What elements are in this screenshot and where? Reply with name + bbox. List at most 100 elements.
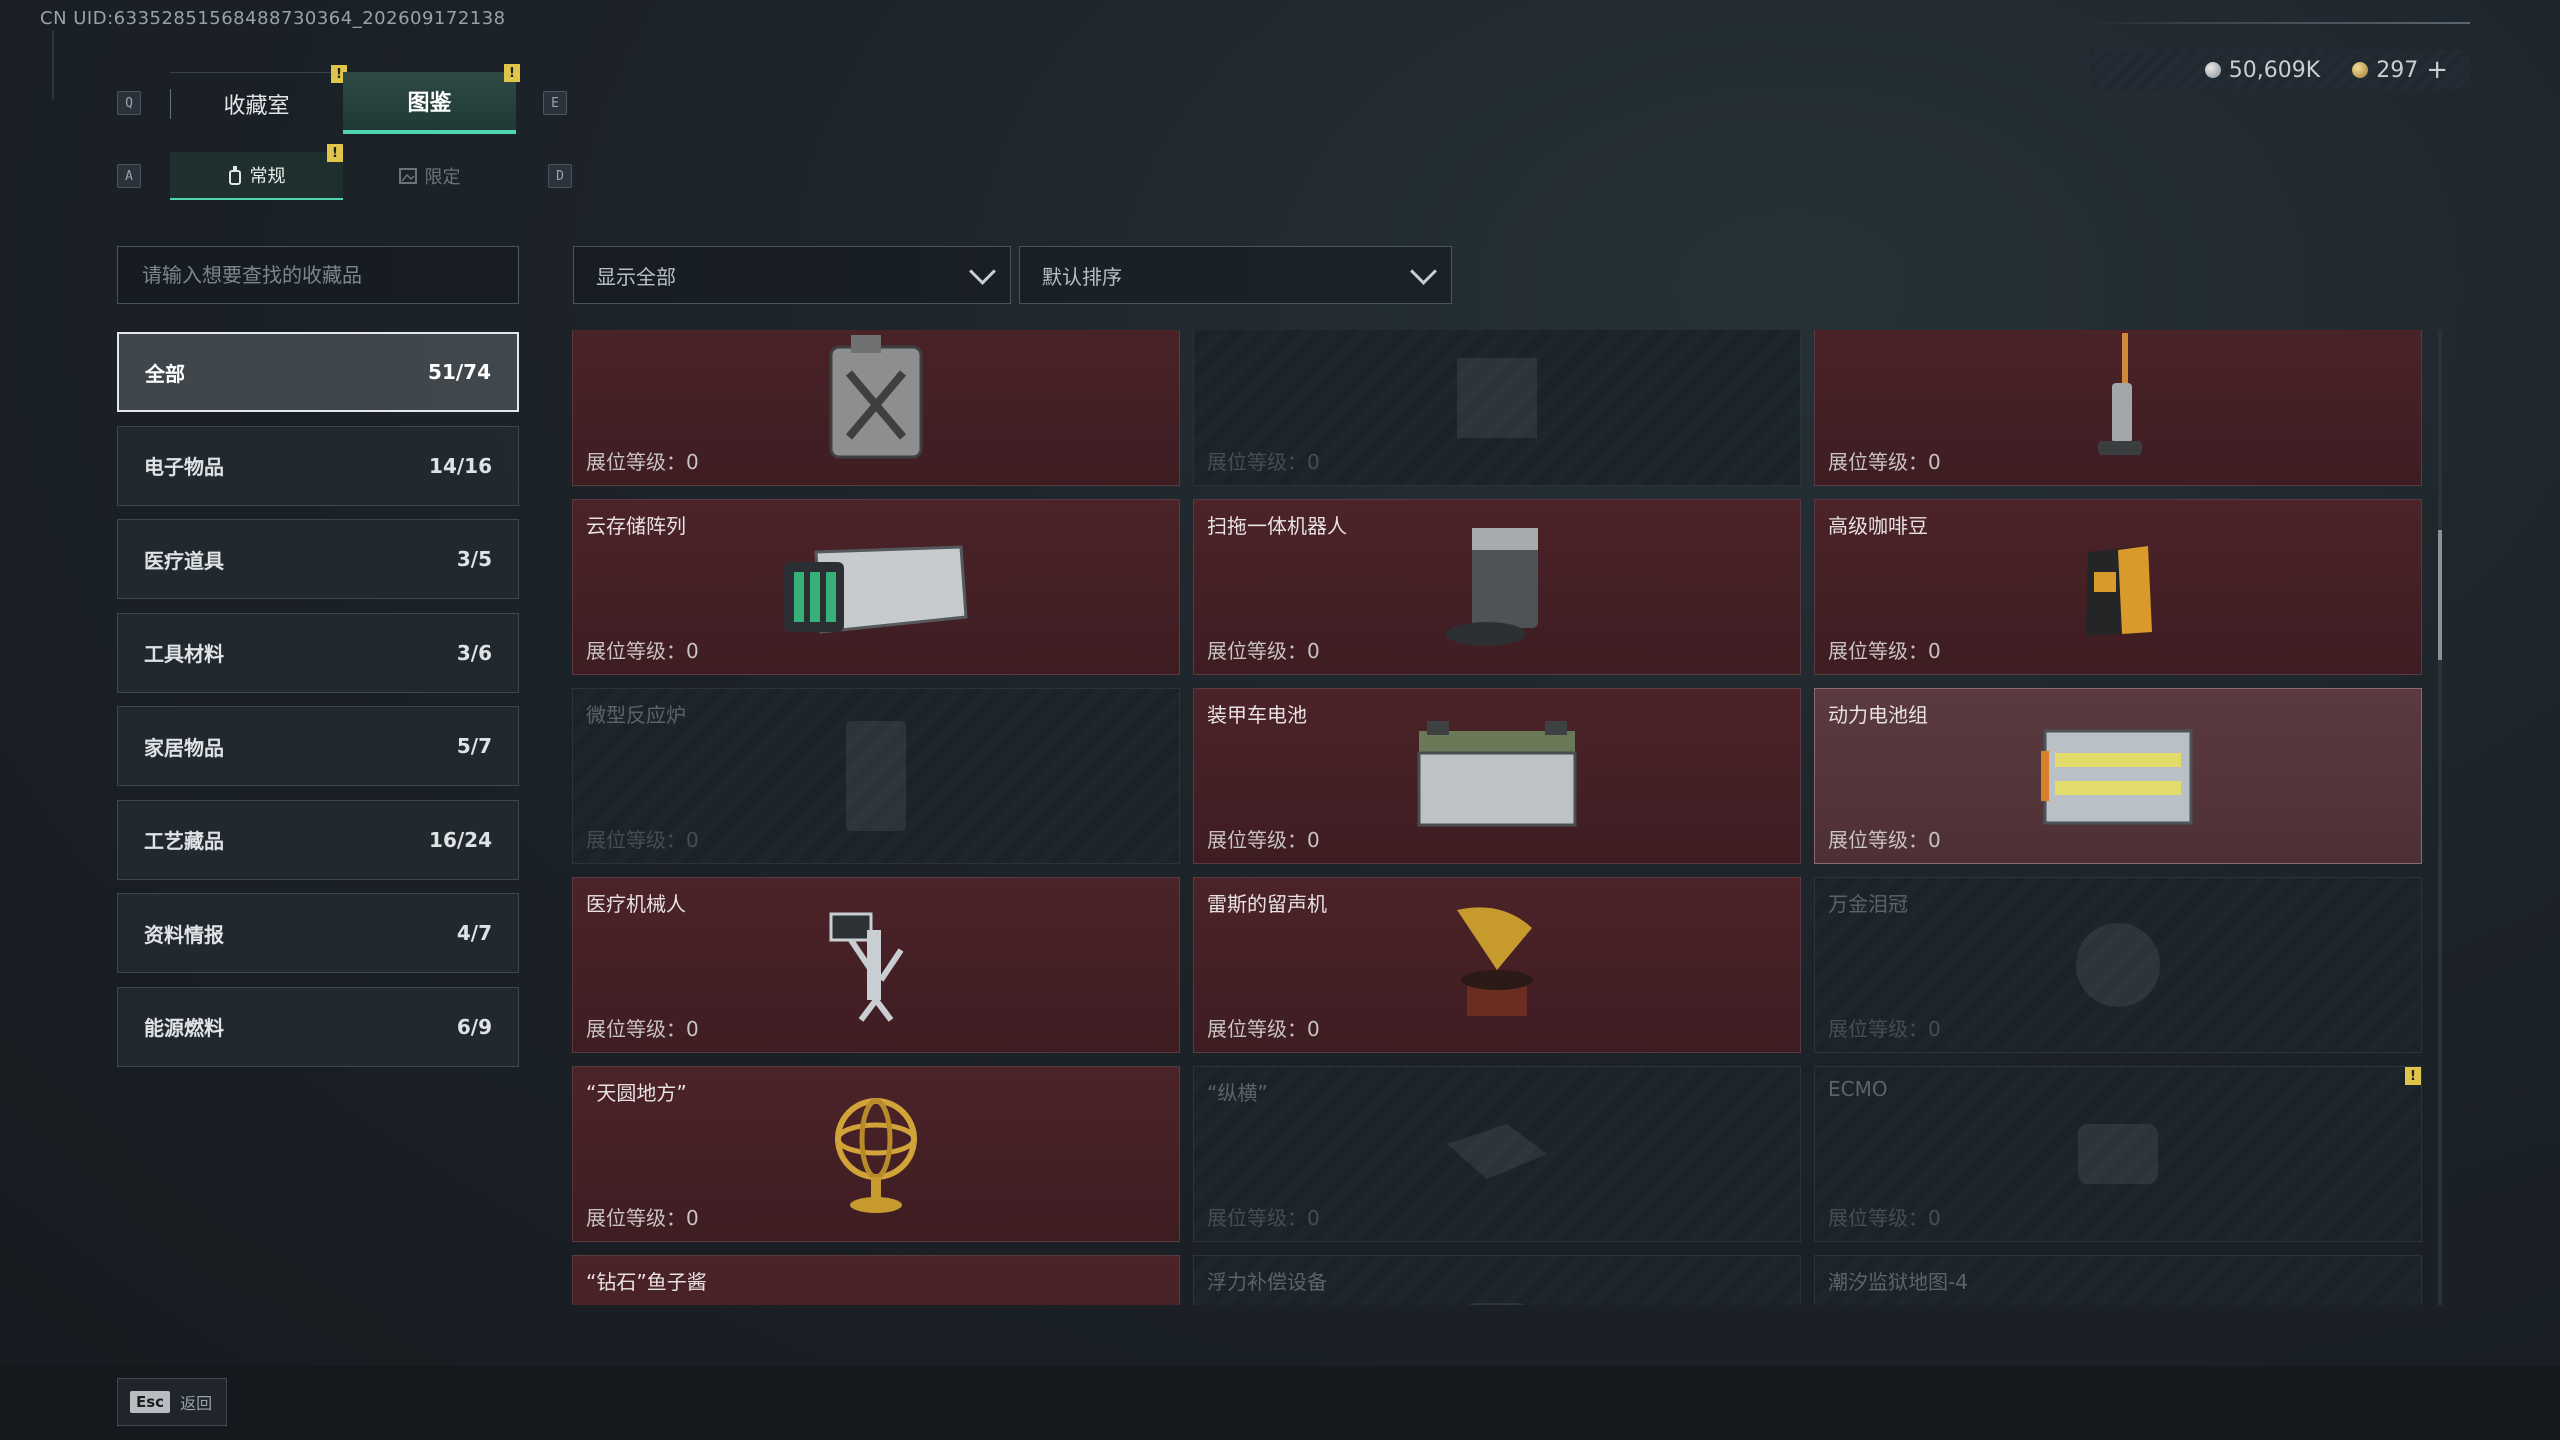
- subtab-regular[interactable]: 常规 !: [170, 144, 343, 200]
- category-count: 4/7: [456, 921, 492, 945]
- player-uid: CN UID:633528515684887303​64_20260917213…: [40, 8, 506, 29]
- collection-card[interactable]: 高级咖啡豆 展位等级：0: [1814, 499, 2422, 675]
- collection-card[interactable]: 微型反应炉 展位等级：0: [572, 688, 1180, 864]
- next-tab-key[interactable]: E: [543, 91, 567, 115]
- medical-robot-icon: [829, 912, 904, 1022]
- server-array-icon: [784, 545, 968, 634]
- gold-amount: 297: [2376, 57, 2419, 83]
- grid-scrollbar[interactable]: [2438, 330, 2442, 1305]
- currency-bar: 50,609K 297 +: [2090, 50, 2470, 90]
- board-icon: [1447, 1124, 1547, 1179]
- silver-coin-icon: [2204, 62, 2221, 78]
- main-tabs: 收藏室 ! 图鉴 !: [170, 64, 520, 134]
- booth-level: 展位等级：0: [586, 1017, 699, 1041]
- filter-dropdown[interactable]: 显示全部: [573, 246, 1011, 304]
- collection-card[interactable]: 雷斯的留声机 展位等级：0: [1193, 877, 1801, 1053]
- chevron-down-icon: [969, 257, 996, 285]
- booth-level: 展位等级：0: [586, 1206, 699, 1230]
- prev-subtab-key[interactable]: A: [117, 164, 141, 188]
- category-tools[interactable]: 工具材料 3/6: [117, 612, 519, 693]
- car-battery-icon: [1417, 721, 1577, 827]
- collection-card[interactable]: 浮力补偿设备 展位等级：0: [1193, 1255, 1801, 1305]
- scrollbar-thumb[interactable]: [2438, 530, 2442, 660]
- category-electronics[interactable]: 电子物品 14/16: [117, 425, 519, 506]
- collection-card[interactable]: 潮汐监狱地图-4 展位等级：0: [1814, 1255, 2422, 1305]
- robot-vacuum-icon: [1446, 528, 1538, 646]
- category-crafts[interactable]: 工艺藏品 16/24: [117, 799, 519, 880]
- item-name: 万金泪冠: [1828, 892, 1908, 916]
- back-button[interactable]: Esc 返回: [117, 1378, 227, 1426]
- category-label: 医疗道具: [144, 548, 224, 573]
- category-count: 3/5: [456, 547, 492, 571]
- machine-icon: [1457, 358, 1537, 438]
- add-currency-button[interactable]: +: [2426, 57, 2448, 83]
- category-count: 3/6: [456, 640, 492, 665]
- collection-card[interactable]: 展位等级：0: [1814, 330, 2422, 486]
- category-energy[interactable]: 能源燃料 6/9: [117, 986, 519, 1067]
- collection-card[interactable]: “纵横” 展位等级：0: [1193, 1066, 1801, 1242]
- category-intel[interactable]: 资料情报 4/7: [117, 893, 519, 973]
- category-count: 5/7: [456, 734, 492, 758]
- booth-level: 展位等级：0: [1828, 828, 1941, 852]
- category-label: 全部: [145, 361, 185, 386]
- search-box[interactable]: [117, 246, 519, 304]
- sort-value: 默认排序: [1042, 264, 1122, 289]
- item-name: 高级咖啡豆: [1828, 514, 1928, 538]
- category-medical[interactable]: 医疗道具 3/5: [117, 519, 519, 599]
- booth-level: 展位等级：0: [1828, 1206, 1941, 1230]
- collection-card[interactable]: “钻石”鱼子酱 展位等级：0: [572, 1255, 1180, 1305]
- alert-badge: !: [2405, 1067, 2421, 1085]
- category-count: 14/16: [429, 453, 492, 478]
- collection-card[interactable]: 展位等级：0: [1193, 330, 1801, 486]
- item-name: 雷斯的留声机: [1207, 892, 1327, 916]
- category-label: 资料情报: [144, 922, 224, 947]
- collection-card[interactable]: “天圆地方” 展位等级：0: [572, 1066, 1180, 1242]
- back-label: 返回: [180, 1394, 213, 1413]
- filter-value: 显示全部: [596, 264, 676, 289]
- collection-card[interactable]: ECMO ! 展位等级：0: [1814, 1066, 2422, 1242]
- category-list: 全部 51/74 电子物品 14/16 医疗道具 3/5 工具材料 3/6 家居物品 5/…: [117, 332, 519, 1080]
- alert-badge: !: [327, 144, 343, 162]
- booth-level: 展位等级：0: [586, 828, 699, 852]
- booth-level: 展位等级：0: [1828, 1017, 1941, 1041]
- prev-tab-key[interactable]: Q: [117, 91, 141, 115]
- collection-grid: 展位等级：0 展位等级：0 展位等级：0 云存储阵列 展位等级：0 扫拖一体机器…: [572, 330, 2422, 1305]
- tab-collection-room[interactable]: 收藏室 !: [170, 65, 347, 134]
- battery-pack-icon: [2041, 729, 2193, 825]
- subtab-limited[interactable]: 限定: [343, 152, 516, 200]
- corner-decoration: [52, 30, 74, 100]
- category-household[interactable]: 家居物品 5/7: [117, 706, 519, 786]
- item-name: 浮力补偿设备: [1207, 1270, 1327, 1294]
- bottle-icon: [228, 166, 241, 185]
- alert-badge: !: [504, 64, 520, 82]
- next-subtab-key[interactable]: D: [548, 164, 572, 188]
- sort-dropdown[interactable]: 默认排序: [1019, 246, 1452, 304]
- item-name: “纵横”: [1207, 1081, 1268, 1105]
- booth-level: 展位等级：0: [1207, 639, 1320, 663]
- search-input[interactable]: [140, 262, 518, 288]
- silver-amount: 50,609K: [2228, 57, 2321, 83]
- category-count: 51/74: [428, 360, 491, 384]
- collection-card[interactable]: 医疗机械人 展位等级：0: [572, 877, 1180, 1053]
- collection-card[interactable]: 动力电池组 展位等级：0: [1814, 688, 2422, 864]
- bcd-icon: [1469, 1303, 1525, 1305]
- item-name: “天圆地方”: [586, 1081, 687, 1105]
- jerrycan-icon: [829, 335, 923, 459]
- item-name: 扫拖一体机器人: [1207, 514, 1347, 538]
- booth-level: 展位等级：0: [1207, 450, 1320, 474]
- subtab-label: 常规: [249, 166, 286, 187]
- category-label: 电子物品: [144, 455, 224, 479]
- tab-label: 图鉴: [407, 91, 452, 116]
- collection-card[interactable]: 装甲车电池 展位等级：0: [1193, 688, 1801, 864]
- category-all[interactable]: 全部 51/74: [117, 332, 519, 412]
- gramophone-icon: [1457, 907, 1533, 1016]
- booth-level: 展位等级：0: [1828, 639, 1941, 663]
- collection-card[interactable]: 展位等级：0: [572, 330, 1180, 486]
- collection-card[interactable]: 云存储阵列 展位等级：0: [572, 499, 1180, 675]
- reactor-icon: [846, 721, 906, 831]
- tab-codex[interactable]: 图鉴 !: [343, 64, 520, 134]
- gold-currency[interactable]: 297 +: [2352, 57, 2448, 83]
- collection-card[interactable]: 扫拖一体机器人 展位等级：0: [1193, 499, 1801, 675]
- gold-coin-icon: [2352, 62, 2369, 78]
- collection-card[interactable]: 万金泪冠 展位等级：0: [1814, 877, 2422, 1053]
